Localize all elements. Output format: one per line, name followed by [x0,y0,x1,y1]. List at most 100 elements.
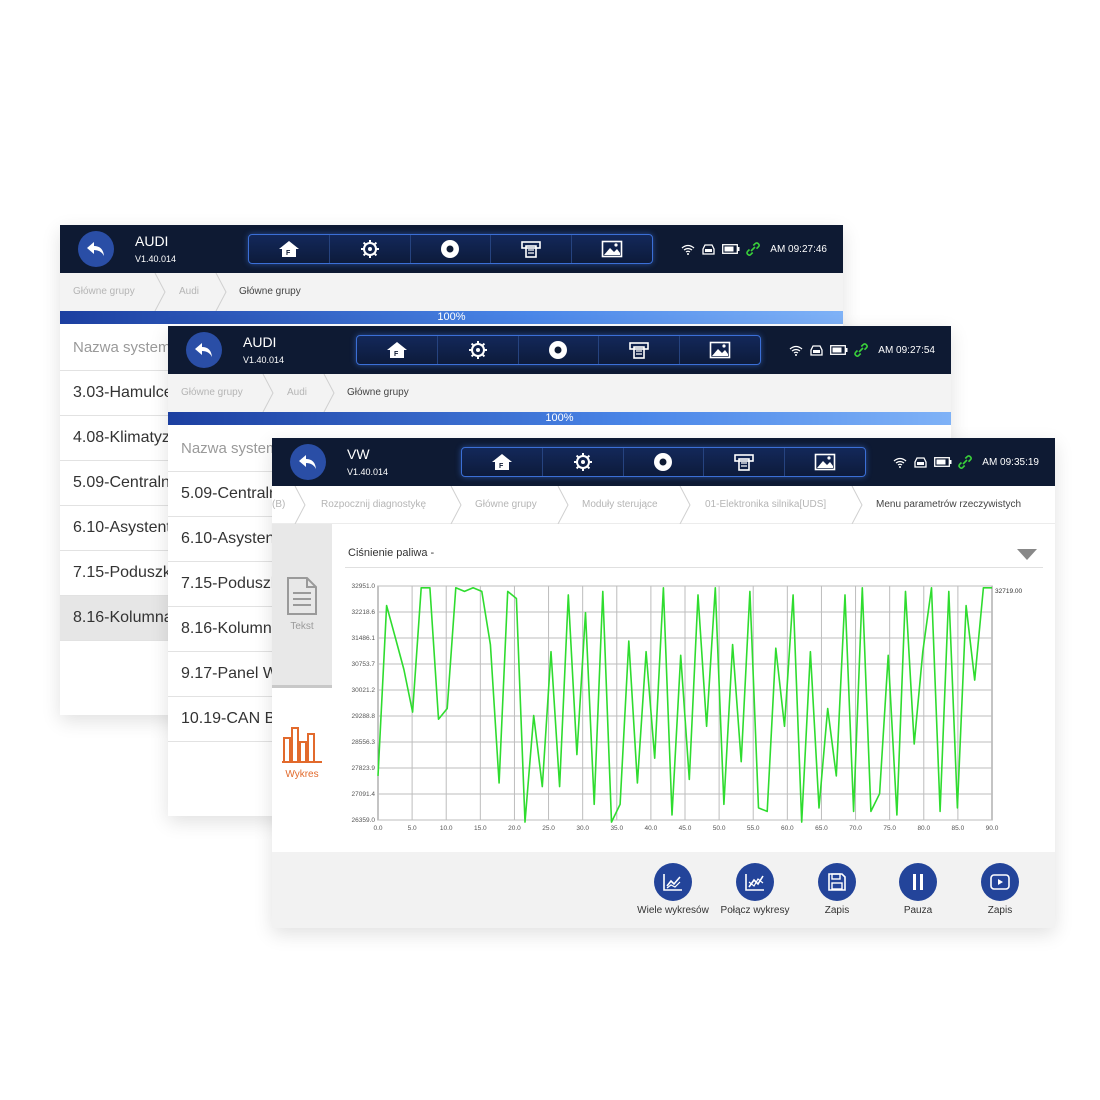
breadcrumb-current: Menu parametrów rzeczywistych [876,499,1022,510]
home-button[interactable]: F [249,235,330,263]
breadcrumb-item[interactable]: Audi [287,387,307,398]
breadcrumb-separator-icon [679,486,691,524]
image-button[interactable] [680,336,760,364]
breadcrumb-current: Główne grupy [347,387,409,398]
image-icon [709,341,731,359]
record-button[interactable] [411,235,492,263]
record-button[interactable] [519,336,600,364]
last-value-label: 32719.00 [995,588,1022,595]
print-button[interactable] [491,235,573,263]
x-tick-label: 60.0 [781,825,794,832]
home-icon: F [386,342,407,358]
settings-button[interactable] [330,235,411,263]
parameter-select-value: Ciśnienie paliwa - [348,547,435,559]
record-video-button[interactable]: Zapis [955,863,1045,916]
breadcrumb-item[interactable]: Audi [179,286,199,297]
breadcrumb: (B) Rozpocznij diagnostykę Główne grupy … [272,486,1055,524]
home-button[interactable]: F [357,336,438,364]
record-icon [441,240,460,258]
svg-text:F: F [499,463,504,470]
breadcrumb-separator-icon [294,486,306,524]
back-button[interactable] [290,444,326,480]
breadcrumb-item[interactable]: Główne grupy [73,286,135,297]
settings-icon [573,453,592,471]
tab-chart[interactable]: Wykres [272,724,332,794]
y-tick-label: 28556.3 [352,739,376,746]
clock: AM 09:35:19 [982,456,1039,468]
main-toolbar: F [356,335,761,365]
breadcrumb-item[interactable]: Główne grupy [181,387,243,398]
status-area: AM 09:35:19 [893,453,1039,471]
breadcrumb: Główne grupy Audi Główne grupy [60,273,843,311]
x-tick-label: 70.0 [849,825,862,832]
pause-button[interactable]: Pauza [873,863,963,916]
y-tick-label: 26359.0 [352,817,376,824]
tab-chart-label: Wykres [285,769,319,780]
x-tick-label: 10.0 [440,825,453,832]
clock: AM 09:27:54 [878,344,935,356]
back-arrow-icon [299,455,316,469]
breadcrumb-separator-icon [851,486,863,524]
x-tick-label: 5.0 [408,825,417,832]
x-tick-label: 15.0 [474,825,487,832]
save-button[interactable]: Zapis [792,863,882,916]
app-version: V1.40.014 [135,254,177,264]
breadcrumb-item[interactable]: (B) [272,499,285,510]
x-tick-label: 0.0 [373,825,382,832]
app-name: AUDI [135,233,169,249]
battery-icon [830,345,848,355]
print-button[interactable] [704,448,786,476]
chevron-down-icon [1017,549,1037,560]
record-button[interactable] [624,448,705,476]
merge-charts-icon [745,874,764,891]
breadcrumb-separator-icon [557,486,569,524]
settings-button[interactable] [438,336,519,364]
parameter-select[interactable]: Ciśnienie paliwa - [345,538,1043,568]
y-tick-label: 30021.2 [352,687,376,694]
merge-charts-button[interactable]: Połącz wykresy [710,863,800,916]
print-icon [521,241,542,258]
tab-text[interactable]: Tekst [272,524,332,688]
link-icon [958,455,973,469]
breadcrumb-item[interactable]: Rozpocznij diagnostykę [321,499,426,510]
breadcrumb-separator-icon [262,374,274,412]
back-button[interactable] [186,332,222,368]
print-button[interactable] [599,336,681,364]
y-tick-label: 32218.6 [352,609,376,616]
breadcrumb-item[interactable]: Główne grupy [475,499,537,510]
y-tick-label: 27091.4 [352,791,376,798]
progress-bar: 100% [60,311,843,324]
svg-text:F: F [394,351,399,358]
progress-bar: 100% [168,412,951,425]
battery-icon [722,244,740,254]
y-tick-label: 29288.8 [352,713,376,720]
y-tick-label: 32951.0 [352,583,376,590]
multi-chart-button[interactable]: Wiele wykresów [628,863,718,916]
save-label: Zapis [824,905,850,916]
settings-button[interactable] [543,448,624,476]
top-bar: AUDI V1.40.014 F AM 09:27:46 [60,225,843,273]
main-toolbar: F [248,234,653,264]
wifi-icon [681,244,695,255]
image-button[interactable] [785,448,865,476]
link-icon [854,343,869,357]
car-icon [914,457,927,468]
home-button[interactable]: F [462,448,543,476]
back-arrow-icon [87,242,104,256]
breadcrumb-item[interactable]: Moduły sterujące [582,499,658,510]
settings-icon [468,341,487,359]
breadcrumb-separator-icon [450,486,462,524]
breadcrumb-item[interactable]: 01-Elektronika silnika[UDS] [705,499,826,510]
image-icon [814,453,836,471]
image-button[interactable] [572,235,652,263]
back-button[interactable] [78,231,114,267]
app-version: V1.40.014 [243,355,285,365]
wifi-icon [893,457,907,468]
main-toolbar: F [461,447,866,477]
y-tick-label: 27823.9 [352,765,376,772]
x-tick-label: 25.0 [542,825,555,832]
pause-icon [913,874,923,890]
x-tick-label: 90.0 [986,825,999,832]
clock: AM 09:27:46 [770,243,827,255]
merge-charts-label: Połącz wykresy [720,905,790,916]
